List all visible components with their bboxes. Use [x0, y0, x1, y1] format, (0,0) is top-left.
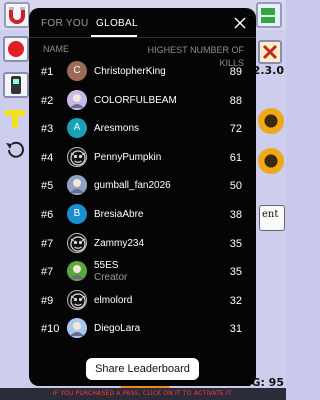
- pattern-avatar-icon: [70, 235, 86, 252]
- battery-icon: [261, 8, 275, 23]
- undo-tool[interactable]: [3, 138, 27, 162]
- kill-count: 61: [229, 151, 242, 164]
- rank-label: #3: [41, 123, 54, 136]
- tab-bar: FOR YOU GLOBAL: [29, 8, 256, 38]
- magnet-icon: [9, 7, 25, 24]
- undo-icon: [6, 141, 24, 158]
- rank-label: #7: [41, 237, 54, 250]
- avatar[interactable]: [67, 289, 87, 310]
- tab-global[interactable]: GLOBAL: [96, 18, 138, 29]
- rank-label: #6: [41, 209, 54, 221]
- avatar[interactable]: [67, 261, 87, 282]
- leaderboard-row[interactable]: #10 DiegoLara 31: [29, 315, 256, 343]
- player-name[interactable]: gumball_fan2026: [94, 180, 171, 191]
- player-name[interactable]: COLORFULBEAM: [94, 95, 177, 106]
- tool-slot[interactable]: [3, 72, 29, 98]
- picture-avatar-icon: [67, 261, 87, 282]
- pedestal-icon: [5, 110, 25, 128]
- tool-slot[interactable]: [4, 2, 30, 28]
- close-tool-icon: [262, 44, 278, 60]
- avatar[interactable]: C: [67, 61, 87, 81]
- tool-slot[interactable]: [3, 36, 29, 62]
- rank-label: #5: [41, 180, 54, 193]
- tab-for-you[interactable]: FOR YOU: [41, 18, 88, 29]
- player-role-label: Creator: [94, 272, 128, 284]
- rank-label: #4: [41, 151, 54, 164]
- leaderboard-row[interactable]: #7 55ES Creator 35: [29, 258, 256, 286]
- rank-label: #10: [41, 323, 60, 336]
- leaderboard-row[interactable]: #2 COLORFULBEAM 88: [29, 87, 256, 115]
- kill-count: 72: [229, 123, 242, 136]
- avatar[interactable]: [67, 146, 87, 167]
- rank-label: #2: [41, 94, 54, 107]
- player-name[interactable]: Aresmons: [94, 123, 139, 134]
- avatar-letter: B: [73, 208, 81, 219]
- avatar[interactable]: [67, 318, 87, 339]
- player-name[interactable]: PennyPumpkin: [94, 152, 161, 163]
- phone-icon: [11, 76, 21, 94]
- player-name[interactable]: DiegoLara: [94, 323, 140, 334]
- badge-icon[interactable]: [258, 108, 284, 134]
- rank-label: #1: [41, 66, 54, 78]
- player-name[interactable]: elmolord: [94, 295, 132, 306]
- player-name[interactable]: ChristopherKing: [94, 66, 166, 77]
- version-label: 2.3.0: [252, 64, 284, 77]
- leaderboard-modal: FOR YOU GLOBAL NAME HIGHEST NUMBER OF KI…: [29, 8, 256, 386]
- player-name[interactable]: BresiaAbre: [94, 209, 143, 220]
- column-header-name: NAME: [43, 44, 70, 54]
- tool-slot[interactable]: [256, 2, 282, 28]
- leaderboard-row[interactable]: #5 gumball_fan2026 50: [29, 172, 256, 200]
- kill-count: 89: [229, 66, 242, 78]
- rank-label: #7: [41, 266, 54, 279]
- avatar[interactable]: B: [67, 204, 87, 224]
- leaderboard-row[interactable]: #9 elmolord 32: [29, 287, 256, 315]
- avatar[interactable]: A: [67, 118, 87, 139]
- leaderboard-row[interactable]: #1 C ChristopherKing 89: [29, 58, 256, 86]
- badge-icon[interactable]: [258, 148, 284, 174]
- picture-avatar-icon: [67, 175, 87, 196]
- avatar[interactable]: [67, 175, 87, 196]
- avatar-letter: A: [73, 122, 81, 134]
- pedestal-tool[interactable]: [3, 108, 27, 132]
- tool-slot[interactable]: [258, 40, 282, 64]
- leaderboard-row[interactable]: #7 Zammy234 35: [29, 230, 256, 258]
- picture-avatar-icon: [67, 89, 87, 110]
- avatar[interactable]: [67, 232, 87, 253]
- rank-label: #9: [41, 294, 54, 307]
- player-name[interactable]: 55ES: [94, 260, 118, 271]
- avatar[interactable]: [67, 89, 87, 110]
- picture-avatar-icon: [67, 318, 87, 339]
- share-leaderboard-button[interactable]: Share Leaderboard: [86, 358, 199, 380]
- kill-count: 50: [229, 180, 242, 193]
- kill-count: 35: [229, 237, 242, 250]
- kill-count: 38: [229, 209, 242, 221]
- bottom-notice: IF YOU PURCHASED A PASS, CLICK ON IT TO …: [0, 388, 286, 400]
- leaderboard-row[interactable]: #4 PennyPumpkin 61: [29, 144, 256, 172]
- active-tab-indicator: [91, 35, 137, 37]
- hint-label: ent: [259, 205, 285, 231]
- kill-count: 88: [229, 94, 242, 107]
- leaderboard-row[interactable]: #3 A Aresmons 72: [29, 115, 256, 143]
- left-toolbar: [0, 30, 30, 390]
- kill-count: 35: [229, 266, 242, 279]
- pattern-avatar-icon: [70, 293, 86, 309]
- record-icon: [8, 41, 24, 57]
- kill-count: 31: [229, 323, 242, 336]
- pattern-avatar-icon: [70, 150, 86, 166]
- kill-count: 32: [229, 294, 242, 307]
- leaderboard-row[interactable]: #6 B BresiaAbre 38: [29, 201, 256, 229]
- player-name[interactable]: Zammy234: [94, 238, 144, 249]
- avatar-letter: C: [73, 65, 81, 76]
- close-icon[interactable]: [234, 17, 246, 29]
